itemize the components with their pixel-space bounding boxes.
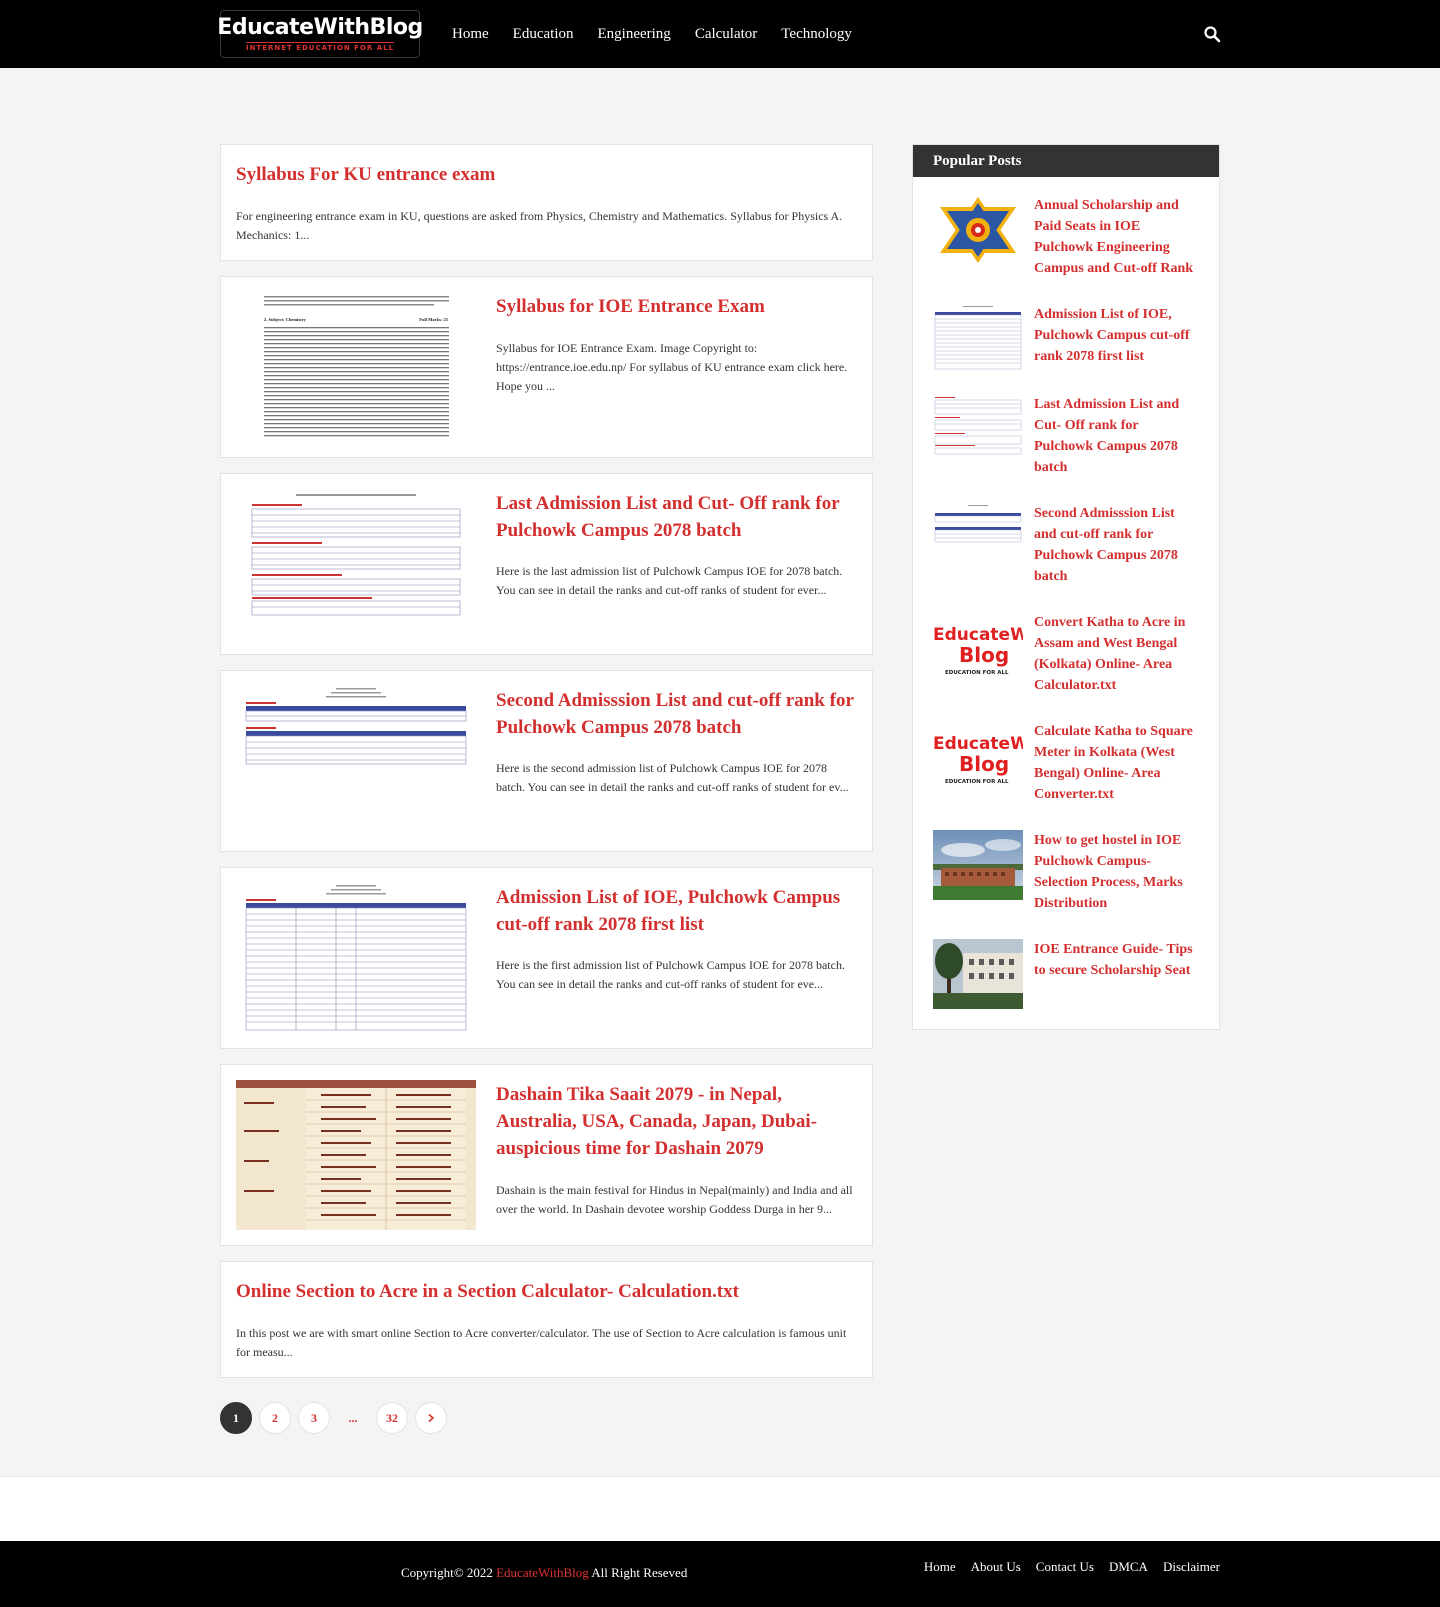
footer-dmca-link[interactable]: DMCA [1109,1559,1148,1575]
popular-post-title[interactable]: Calculate Katha to Square Meter in Kolka… [1034,721,1199,805]
popular-post-title[interactable]: Admission List of IOE, Pulchowk Campus c… [1034,304,1199,367]
thumb-logo-line3: EDUCATION FOR ALL [945,779,1009,785]
nav-technology[interactable]: Technology [781,26,852,43]
footer-about-link[interactable]: About Us [971,1559,1021,1575]
site-logo[interactable]: EducateWithBlog INTERNET EDUCATION FOR A… [217,10,423,58]
pagination: 1 2 3 ... 32 [220,1402,454,1434]
post-card: Syllabus For KU entrance exam For engine… [220,144,873,261]
popular-post-title[interactable]: How to get hostel in IOE Pulchowk Campus… [1034,830,1199,914]
popular-post-title[interactable]: Last Admission List and Cut- Off rank fo… [1034,394,1199,478]
post-thumbnail[interactable] [236,489,476,639]
popular-post-thumbnail[interactable] [933,503,1023,573]
thumb-logo-line1: EducateWith [933,734,1023,754]
copyright-text: Copyright© 2022 EducateWithBlog All Righ… [401,1565,687,1581]
page-last-button[interactable]: 32 [376,1402,408,1434]
popular-posts-widget: Popular Posts Annual Scholarship and Pai… [912,144,1220,1030]
post-excerpt: Dashain is the main festival for Hindus … [496,1183,853,1216]
post-card: Last Admission List and Cut- Off rank fo… [220,473,873,655]
page-3-button[interactable]: 3 [298,1402,330,1434]
post-card: Second Admisssion List and cut-off rank … [220,670,873,852]
next-page-button[interactable] [415,1402,447,1434]
footer-disclaimer-link[interactable]: Disclaimer [1163,1559,1220,1575]
widget-heading: Popular Posts [913,145,1219,177]
post-excerpt: For engineering entrance exam in KU, que… [236,209,843,242]
post-title[interactable]: Dashain Tika Saait 2079 - in Nepal, Aust… [496,1081,857,1162]
site-header: EducateWithBlog INTERNET EDUCATION FOR A… [0,0,1440,68]
post-excerpt: Here is the second admission list of Pul… [496,761,849,794]
main-nav: Home Education Engineering Calculator Te… [440,0,864,68]
post-card: Online Section to Acre in a Section Calc… [220,1261,873,1378]
post-excerpt: In this post we are with smart online Se… [236,1326,847,1359]
thumb-heading-right: Full Marks: 25 [419,317,448,322]
popular-post-title[interactable]: Annual Scholarship and Paid Seats in IOE… [1034,195,1199,279]
post-thumbnail[interactable]: 2. Subject: Chemistry Full Marks: 25 [236,292,476,442]
post-thumbnail[interactable] [236,686,476,836]
copyright-prefix: Copyright© 2022 [401,1565,497,1580]
popular-post-thumbnail[interactable] [933,195,1023,265]
nav-home[interactable]: Home [452,26,489,43]
popular-post-thumbnail[interactable]: EducateWith Blog EDUCATION FOR ALL [933,612,1023,682]
copyright-suffix: All Right Reseved [588,1565,688,1580]
thumb-heading-left: 2. Subject: Chemistry [264,317,307,322]
post-card: Dashain Tika Saait 2079 - in Nepal, Aust… [220,1064,873,1246]
popular-post-title[interactable]: IOE Entrance Guide- Tips to secure Schol… [1034,939,1199,981]
post-title[interactable]: Second Admisssion List and cut-off rank … [496,687,857,741]
popular-post-thumbnail[interactable] [933,394,1023,464]
thumb-logo-line1: EducateWith [933,625,1023,645]
nav-engineering[interactable]: Engineering [598,26,671,43]
post-title[interactable]: Online Section to Acre in a Section Calc… [236,1278,857,1305]
post-excerpt: Syllabus for IOE Entrance Exam. Image Co… [496,341,848,393]
popular-post-title[interactable]: Second Admisssion List and cut-off rank … [1034,503,1199,587]
popular-post-thumbnail[interactable]: EducateWith Blog EDUCATION FOR ALL [933,721,1023,791]
post-thumbnail[interactable] [236,1080,476,1230]
post-title[interactable]: Last Admission List and Cut- Off rank fo… [496,490,857,544]
footer-nav: Home About Us Contact Us DMCA Disclaimer [909,1559,1220,1575]
nav-calculator[interactable]: Calculator [695,26,757,43]
thumb-logo-line2: Blog [959,752,1009,776]
pagination-ellipsis: ... [348,1410,358,1425]
search-icon[interactable] [1203,25,1221,43]
post-title[interactable]: Admission List of IOE, Pulchowk Campus c… [496,884,857,938]
footer-home-link[interactable]: Home [924,1559,956,1575]
thumb-logo-line2: Blog [959,643,1009,667]
post-thumbnail[interactable] [236,883,476,1033]
nav-education[interactable]: Education [513,26,574,43]
popular-post-thumbnail[interactable] [933,939,1023,1009]
chevron-right-icon [428,1413,435,1423]
page-1-button[interactable]: 1 [220,1402,252,1434]
post-title[interactable]: Syllabus For KU entrance exam [236,161,857,188]
footer-spacer [0,1476,1440,1541]
post-excerpt: Here is the last admission list of Pulch… [496,564,843,597]
logo-tagline: INTERNET EDUCATION FOR ALL [245,42,395,52]
logo-text: EducateWithBlog [217,15,423,40]
footer-brand-link[interactable]: EducateWithBlog [496,1565,589,1580]
thumb-logo-line3: EDUCATION FOR ALL [945,670,1009,676]
post-card: Admission List of IOE, Pulchowk Campus c… [220,867,873,1049]
footer-contact-link[interactable]: Contact Us [1036,1559,1094,1575]
post-excerpt: Here is the first admission list of Pulc… [496,958,845,991]
site-footer: Copyright© 2022 EducateWithBlog All Righ… [0,1541,1440,1607]
popular-post-thumbnail[interactable] [933,830,1023,900]
popular-post-title[interactable]: Convert Katha to Acre in Assam and West … [1034,612,1199,696]
post-card: 2. Subject: Chemistry Full Marks: 25 Syl… [220,276,873,458]
post-title[interactable]: Syllabus for IOE Entrance Exam [496,293,857,320]
page-2-button[interactable]: 2 [259,1402,291,1434]
popular-post-thumbnail[interactable] [933,304,1023,374]
